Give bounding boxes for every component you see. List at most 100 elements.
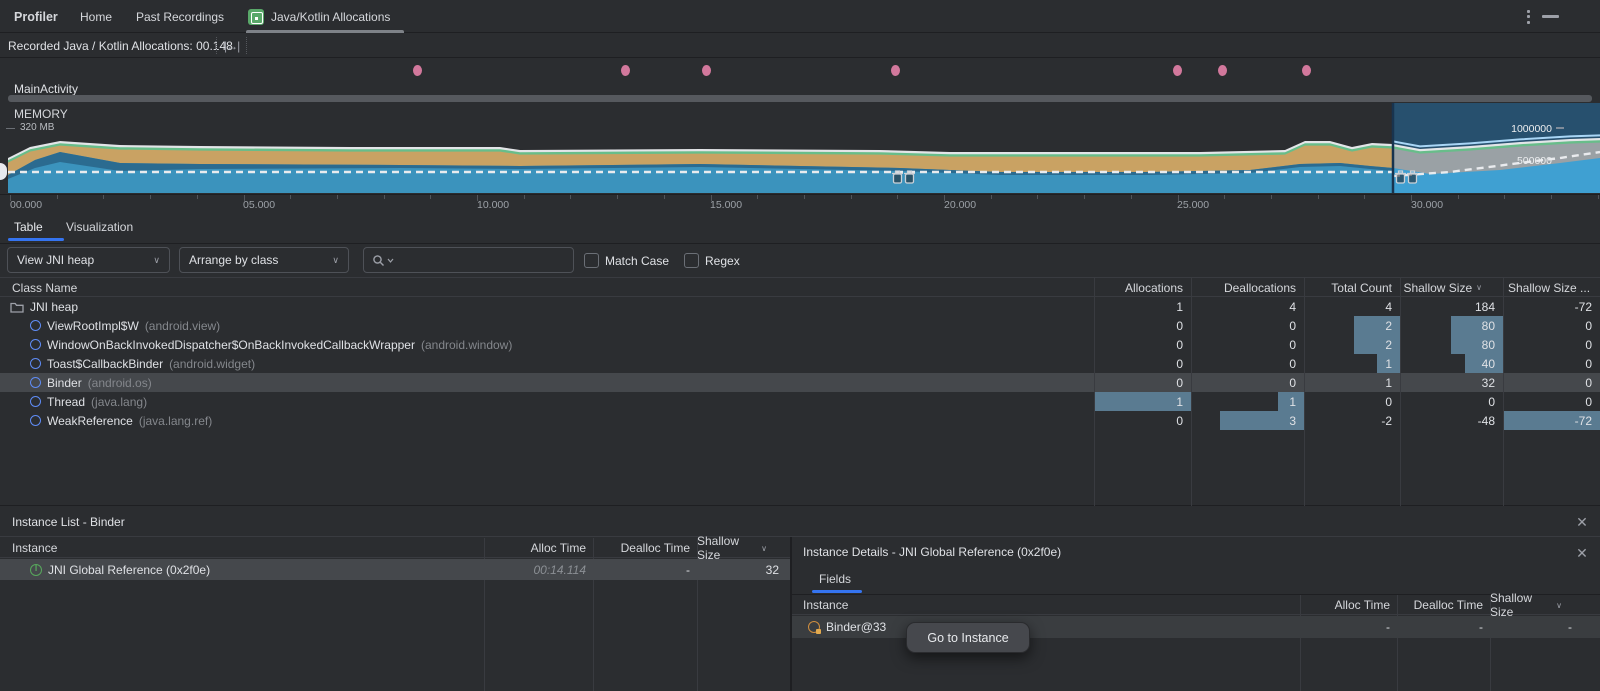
regex-checkbox[interactable]: [684, 253, 699, 268]
axis-tick: [1131, 195, 1132, 199]
col-shallow-size[interactable]: Shallow Size ∨: [1395, 278, 1482, 297]
axis-tick: [757, 195, 758, 199]
tab-java-kotlin-allocations[interactable]: Java/Kotlin Allocations: [248, 0, 390, 33]
axis-tick: [897, 195, 898, 199]
col-alloc-time[interactable]: Alloc Time: [1300, 595, 1390, 615]
memory-chart[interactable]: 1000000500000: [0, 103, 1600, 193]
cell-value: 0: [1099, 354, 1183, 373]
match-case-label: Match Case: [605, 244, 669, 277]
close-icon[interactable]: ✕: [1574, 514, 1590, 530]
event-dot-icon[interactable]: [891, 65, 900, 76]
match-case-checkbox[interactable]: [584, 253, 599, 268]
class-table-row[interactable]: WindowOnBackInvokedDispatcher$OnBackInvo…: [0, 335, 1600, 354]
tab-home[interactable]: Home: [80, 0, 112, 33]
cell-value: 0: [1196, 373, 1296, 392]
folder-icon: [10, 301, 24, 313]
axis-tick: [1458, 195, 1459, 199]
class-name: JNI heap: [30, 300, 78, 314]
axis-tick: [991, 195, 992, 199]
axis-tick: [1364, 195, 1365, 199]
search-input[interactable]: [363, 247, 574, 273]
profiler-window: Profiler Home Past Recordings Java/Kotli…: [0, 0, 1600, 691]
kebab-menu-icon[interactable]: [1518, 0, 1538, 33]
class-name: Binder: [47, 376, 82, 390]
event-dot-icon[interactable]: [413, 65, 422, 76]
col-deallocations[interactable]: Deallocations: [1196, 278, 1296, 297]
allocation-count-label: 1000000: [1511, 123, 1552, 135]
axis-tick: [197, 195, 198, 199]
tab-past-recordings[interactable]: Past Recordings: [136, 0, 224, 33]
col-shallow-size[interactable]: Shallow Size ∨: [697, 538, 767, 558]
arrange-select[interactable]: Arrange by class ∨: [179, 247, 349, 273]
tab-table[interactable]: Table: [14, 212, 43, 241]
cell-value: 2: [1309, 316, 1392, 335]
event-dot-icon[interactable]: [1302, 65, 1311, 76]
class-table: Class Name Allocations Deallocations Tot…: [0, 277, 1600, 505]
class-table-row[interactable]: Binder(android.os)001320: [0, 373, 1600, 392]
cell-value: 0: [1099, 335, 1183, 354]
axis-tick: [1318, 195, 1319, 199]
allocations-tab-icon: [248, 9, 264, 25]
cell-value: 1: [1099, 297, 1183, 316]
col-dealloc-time[interactable]: Dealloc Time: [600, 538, 690, 558]
tab-label: Java/Kotlin Allocations: [271, 10, 390, 24]
event-dot-icon[interactable]: [702, 65, 711, 76]
close-icon[interactable]: ✕: [1574, 545, 1590, 561]
event-dot-icon[interactable]: [1218, 65, 1227, 76]
cell-value: 0: [1099, 411, 1183, 430]
col-total-count[interactable]: Total Count: [1309, 278, 1392, 297]
search-icon: [372, 254, 385, 267]
active-tab-underline: [812, 590, 862, 593]
chevron-down-icon: ∨: [153, 255, 160, 266]
axis-tick: [524, 195, 525, 199]
tab-visualization[interactable]: Visualization: [66, 212, 133, 241]
sort-chevron-icon: ∨: [1476, 283, 1482, 292]
class-table-row[interactable]: Toast$CallbackBinder(android.widget)0014…: [0, 354, 1600, 373]
heap-select[interactable]: View JNI heap ∨: [7, 247, 170, 273]
class-name: WeakReference: [47, 414, 133, 428]
sort-chevron-icon: ∨: [1556, 601, 1562, 610]
class-table-row[interactable]: ViewRootImpl$W(android.view)002800: [0, 316, 1600, 335]
dealloc-time-value: -: [1393, 616, 1483, 638]
class-table-row[interactable]: Thread(java.lang)11000: [0, 392, 1600, 411]
shallow-size-value: 32: [689, 559, 779, 580]
zoom-to-fit-icon[interactable]: |↔|: [216, 37, 247, 54]
search-options-caret-icon: [387, 258, 394, 263]
event-dot-icon[interactable]: [1173, 65, 1182, 76]
col-dealloc-time[interactable]: Dealloc Time: [1393, 595, 1483, 615]
class-name: Toast$CallbackBinder: [47, 357, 163, 371]
col-shallow-size[interactable]: Shallow Size ∨: [1490, 595, 1562, 615]
cell-value: 1: [1309, 354, 1392, 373]
col-alloc-time[interactable]: Alloc Time: [496, 538, 586, 558]
axis-tick: [1037, 195, 1038, 199]
context-menu-go-to-instance[interactable]: Go to Instance: [906, 622, 1030, 653]
axis-tick-label: 25.000: [1177, 199, 1209, 211]
package-name: (android.widget): [169, 357, 255, 371]
col-instance[interactable]: Instance: [803, 595, 848, 615]
axis-tick: [1598, 195, 1599, 199]
col-allocations[interactable]: Allocations: [1099, 278, 1183, 297]
class-table-row[interactable]: JNI heap144184-72: [0, 297, 1600, 316]
axis-tick: [804, 195, 805, 199]
col-class-name[interactable]: Class Name: [12, 278, 77, 297]
col-instance[interactable]: Instance: [12, 538, 57, 558]
col-shallow-size-label: Shallow Size: [697, 534, 757, 562]
cell-value: 4: [1196, 297, 1296, 316]
instance-row[interactable]: JNI Global Reference (0x2f0e) 00:14.114 …: [0, 559, 790, 580]
event-dot-icon[interactable]: [621, 65, 630, 76]
col-shallow-size-delta[interactable]: Shallow Size ...: [1508, 278, 1590, 297]
activity-lifecycle-bar[interactable]: [8, 95, 1592, 102]
instance-list-title: Instance List - Binder: [12, 507, 125, 537]
cell-value: 80: [1405, 316, 1495, 335]
class-table-row[interactable]: WeakReference(java.lang.ref)03-2-48-72: [0, 411, 1600, 430]
col-shallow-size-label: Shallow Size: [1490, 591, 1552, 619]
minimize-icon[interactable]: [1542, 15, 1559, 18]
tab-fields[interactable]: Fields: [819, 568, 851, 590]
instance-details-title: Instance Details - JNI Global Reference …: [803, 540, 1061, 564]
column-divider: [1300, 595, 1301, 691]
event-track[interactable]: [0, 58, 1600, 83]
axis-tick: [617, 195, 618, 199]
instance-details-table-header: Instance Alloc Time Dealloc Time Shallow…: [792, 595, 1600, 615]
filter-toolbar: View JNI heap ∨ Arrange by class ∨ Match…: [0, 244, 1600, 277]
column-divider: [1503, 278, 1504, 506]
